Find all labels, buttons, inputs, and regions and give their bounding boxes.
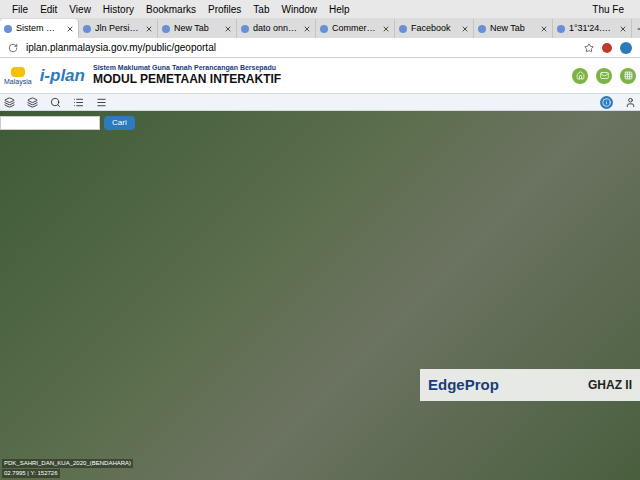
favicon-icon [241,25,249,33]
header-button[interactable] [620,68,636,84]
basemap-icon[interactable] [27,97,38,108]
favicon-icon [557,25,565,33]
favicon-icon [399,25,407,33]
profile-icon[interactable] [620,42,632,54]
menu-item[interactable]: Profiles [208,2,241,17]
info-button[interactable] [600,96,613,109]
bookmark-icon[interactable] [584,43,594,53]
watermark: EdgeProp GHAZ II [420,369,640,401]
coordinates: 02.7995 | Y: 152726 [2,469,60,478]
extension-icon[interactable] [602,43,612,53]
header-button[interactable] [572,68,588,84]
browser-tab[interactable]: Commercial P [316,19,395,38]
menu-item[interactable]: Window [281,2,317,17]
tab-bar: Sistem MaklumJln PersiaranNew Tabdato on… [0,18,640,38]
header-button[interactable] [596,68,612,84]
map-toolbar [0,93,640,111]
iplan-logo: i-plan [40,67,85,84]
browser-tab[interactable]: dato onn shop [237,19,316,38]
reload-icon[interactable] [8,43,18,53]
menu-bar: File Edit View History Bookmarks Profiles Tab W… [0,0,640,18]
menu-item[interactable]: Help [329,2,350,17]
favicon-icon [4,25,12,33]
close-icon[interactable] [619,25,627,33]
malaysia-logo: Malaysia [4,67,32,85]
close-icon[interactable] [303,25,311,33]
browser-tab[interactable]: New Tab [158,19,237,38]
menu-item[interactable]: History [103,2,134,17]
menu-icon[interactable] [96,97,107,108]
close-icon[interactable] [382,25,390,33]
search-button[interactable]: Cari [104,116,135,130]
favicon-icon [162,25,170,33]
portal-header: Malaysia i-plan Sistem Maklumat Guna Tanah… [0,58,640,93]
menu-item[interactable]: File [12,2,28,17]
layers-icon[interactable] [4,97,15,108]
header-icon [600,71,609,80]
browser-tab[interactable]: New Tab [474,19,553,38]
layer-label: PDK_SAHRI_DAN_KUA_2020_(BENDAHARA) [2,459,133,468]
header-icon [576,71,585,80]
browser-tab[interactable]: Sistem Maklum [0,19,79,38]
favicon-icon [83,25,91,33]
browser-tab[interactable]: Jln Persiaran [79,19,158,38]
menu-item[interactable]: Tab [253,2,269,17]
browser-tab[interactable]: 1°31'24.7"N 1 [553,19,632,38]
search-box: Cari [0,116,135,130]
menu-item[interactable]: Bookmarks [146,2,196,17]
close-icon[interactable] [66,25,74,33]
new-tab-icon[interactable] [636,24,640,34]
close-icon[interactable] [145,25,153,33]
portal-title: MODUL PEMETAAN INTERAKTIF [93,72,281,87]
menu-item[interactable]: View [69,2,91,17]
menu-item[interactable]: Edit [40,2,57,17]
close-icon[interactable] [224,25,232,33]
url-field[interactable]: iplan.planmalaysia.gov.my/public/geoport… [26,40,576,55]
map-view[interactable]: Cari EdgeProp GHAZ II PDK_SAHRI_DAN_KUA_202… [0,111,640,480]
header-icon [624,71,633,80]
search-input[interactable] [0,116,100,130]
close-icon[interactable] [540,25,548,33]
favicon-icon [320,25,328,33]
favicon-icon [478,25,486,33]
edgeprop-logo: EdgeProp [428,374,499,397]
address-bar: iplan.planmalaysia.gov.my/public/geoport… [0,38,640,58]
browser-tab[interactable]: Facebook [395,19,474,38]
portal-subtitle: Sistem Maklumat Guna Tanah Perancangan B… [93,64,281,73]
clock: Thu Fe [592,2,628,17]
screen: File Edit View History Bookmarks Profiles Tab W… [0,0,640,480]
close-icon[interactable] [461,25,469,33]
search-icon[interactable] [50,97,61,108]
list-icon[interactable] [73,97,84,108]
user-icon[interactable] [625,97,636,108]
info-icon [602,98,611,107]
watermark-text: GHAZ II [588,376,632,394]
